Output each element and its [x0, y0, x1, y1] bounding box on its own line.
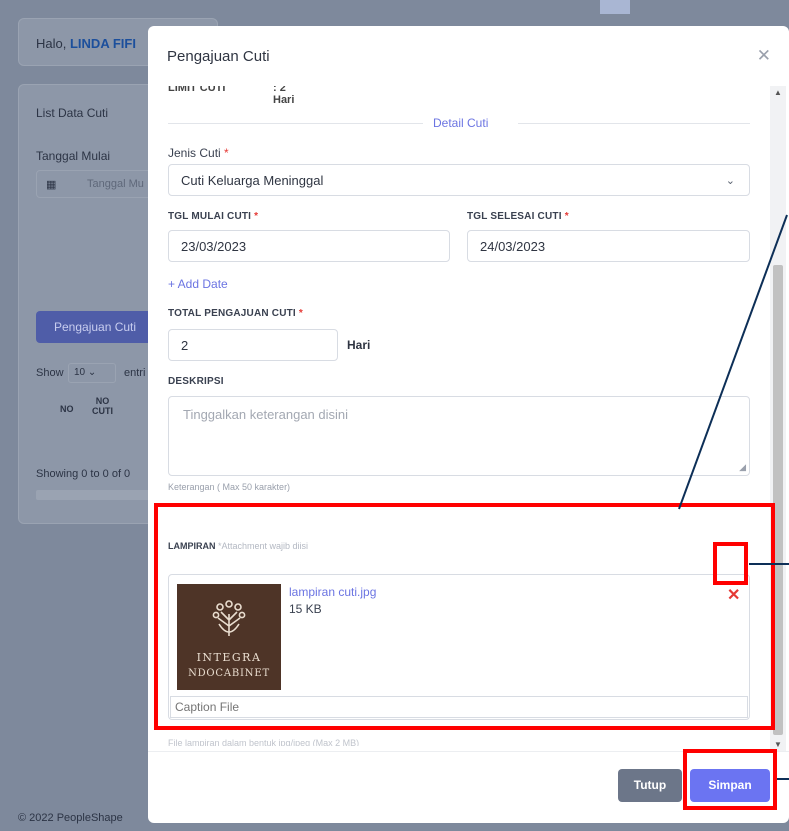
add-date-link[interactable]: + Add Date [168, 277, 228, 291]
entries-value: 10 [74, 367, 86, 378]
entries-select[interactable]: 10 ⌄ [68, 363, 116, 383]
tgl-mulai-input[interactable]: 23/03/2023 [168, 230, 450, 262]
show-label: Show [36, 367, 64, 379]
close-icon[interactable]: ✕ [757, 46, 771, 66]
limit-cuti-value: : 2 Hari [273, 86, 295, 106]
total-cuti-input[interactable]: 2 [168, 329, 338, 361]
col-no-cuti-line2: CUTI [92, 406, 113, 416]
section-divider-left [168, 123, 423, 124]
start-date-placeholder: Tanggal Mu [87, 178, 144, 190]
start-date-input[interactable]: ▦ Tanggal Mu [36, 170, 156, 198]
required-mark: * [224, 146, 229, 160]
total-cuti-label-text: TOTAL PENGAJUAN CUTI [168, 308, 296, 319]
tgl-mulai-label-text: TGL MULAI CUTI [168, 211, 252, 222]
simpan-highlight-box [683, 749, 777, 810]
deskripsi-hint: Keterangan ( Max 50 karakter) [168, 482, 291, 492]
required-mark: * [254, 211, 259, 222]
greeting-name: LINDA FIFI [69, 36, 136, 51]
greeting-prefix: Halo, [36, 36, 67, 51]
total-cuti-label: TOTAL PENGAJUAN CUTI * [168, 308, 303, 319]
modal-header: Pengajuan Cuti ✕ [148, 26, 789, 86]
total-cuti-unit: Hari [347, 338, 371, 352]
col-no-cuti-line1: NO [95, 396, 110, 406]
entries-suffix: entri [124, 367, 146, 379]
tgl-mulai-label: TGL MULAI CUTI * [168, 211, 258, 222]
showing-text: Showing 0 to 0 of 0 [36, 468, 131, 480]
jenis-cuti-label: Jenis Cuti * [168, 146, 229, 160]
lampiran-highlight-box [154, 503, 775, 730]
tutup-button[interactable]: Tutup [618, 769, 682, 802]
jenis-cuti-label-text: Jenis Cuti [168, 146, 221, 160]
horizontal-scrollbar[interactable] [36, 490, 156, 500]
top-accent [600, 0, 630, 14]
chevron-down-icon: ⌄ [87, 367, 97, 378]
tgl-selesai-label: TGL SELESAI CUTI * [467, 211, 569, 222]
scroll-down-icon[interactable]: ▼ [774, 740, 782, 749]
chevron-down-icon: ⌄ [725, 175, 735, 187]
deskripsi-textarea[interactable]: Tinggalkan keterangan disini ◢ [168, 396, 750, 476]
list-title: List Data Cuti [36, 106, 109, 120]
resize-grip-icon[interactable]: ◢ [739, 462, 746, 473]
greeting-text: Halo, LINDA FIFI [36, 36, 136, 51]
deskripsi-label: DESKRIPSI [168, 376, 224, 387]
scroll-up-icon[interactable]: ▲ [774, 88, 782, 97]
required-mark: * [564, 211, 569, 222]
limit-cuti-row: LIMIT CUTI : 2 Hari [168, 86, 294, 106]
remove-icon-highlight-box [713, 542, 748, 585]
tgl-selesai-input[interactable]: 24/03/2023 [467, 230, 750, 262]
modal-title: Pengajuan Cuti [167, 48, 270, 65]
start-date-label: Tanggal Mulai [36, 149, 111, 163]
file-format-hint: File lampiran dalam bentuk jpg/jpeg (Max… [168, 738, 360, 746]
footer-copyright: © 2022 PeopleShape [18, 812, 123, 824]
jenis-cuti-value: Cuti Keluarga Meninggal [181, 173, 324, 188]
calendar-icon: ▦ [46, 179, 57, 191]
required-mark: * [298, 308, 303, 319]
section-title: Detail Cuti [433, 116, 489, 130]
deskripsi-placeholder: Tinggalkan keterangan disini [183, 407, 349, 422]
jenis-cuti-select[interactable]: Cuti Keluarga Meninggal ⌄ [168, 164, 750, 196]
col-no: NO [60, 404, 74, 414]
col-no-cuti: NO CUTI [92, 396, 113, 416]
limit-cuti-label: LIMIT CUTI [168, 86, 226, 94]
tgl-selesai-label-text: TGL SELESAI CUTI [467, 211, 562, 222]
section-divider-right [518, 123, 750, 124]
